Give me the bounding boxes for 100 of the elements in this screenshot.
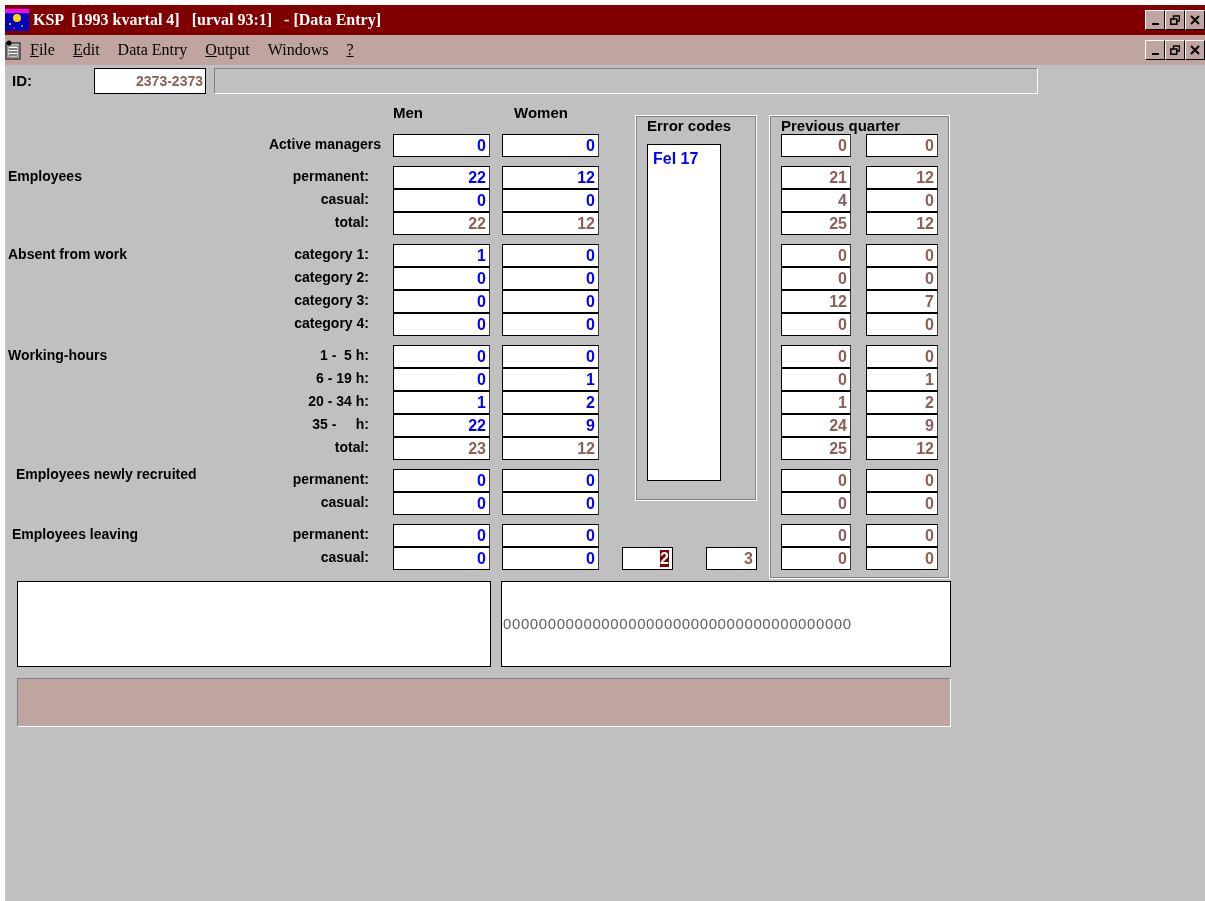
section-label: Absent from work <box>8 245 128 264</box>
row-label: 6 - 19 h: <box>315 369 370 388</box>
section-label: Employees leaving <box>11 525 140 544</box>
number-field: 0 <box>781 267 851 290</box>
number-field: 0 <box>781 134 851 157</box>
number-field[interactable]: 0 <box>393 524 490 547</box>
number-field: 0 <box>781 492 851 515</box>
close-button[interactable] <box>1185 40 1205 60</box>
number-field[interactable]: 22 <box>393 166 490 189</box>
number-field[interactable]: 22 <box>393 212 490 235</box>
restore-icon <box>1170 45 1180 55</box>
id-field[interactable]: 2373-2373 <box>94 68 206 94</box>
number-field: 24 <box>781 414 851 437</box>
number-field[interactable]: 0 <box>502 524 599 547</box>
number-field[interactable]: 0 <box>393 492 490 515</box>
number-field[interactable]: 22 <box>393 414 490 437</box>
number-field[interactable]: 0 <box>502 469 599 492</box>
column-header: Men <box>393 103 424 123</box>
row-label: permanent: <box>291 167 370 186</box>
counter-field[interactable]: 2 <box>622 547 673 570</box>
number-field[interactable]: 0 <box>393 469 490 492</box>
error-code[interactable]: Fel 17 <box>653 147 715 171</box>
number-field[interactable]: 2 <box>502 391 599 414</box>
number-field: 12 <box>781 290 851 313</box>
number-field: 0 <box>781 345 851 368</box>
restore-button[interactable] <box>1165 10 1185 30</box>
number-field: 0 <box>781 368 851 391</box>
row-label: casual: <box>319 190 370 209</box>
row-label: casual: <box>319 493 370 512</box>
number-field[interactable]: 23 <box>393 437 490 460</box>
minimize-button[interactable] <box>1145 40 1165 60</box>
section-label: Employees newly recruited <box>15 465 198 484</box>
number-field[interactable]: 1 <box>393 244 490 267</box>
menu-item[interactable]: File <box>21 38 64 62</box>
number-field[interactable]: 1 <box>393 391 490 414</box>
menu-item[interactable]: Data Entry <box>108 38 197 62</box>
menu-item[interactable]: ? <box>337 38 363 62</box>
number-field: 0 <box>866 313 938 336</box>
number-field: 21 <box>781 166 851 189</box>
number-field: 0 <box>866 134 938 157</box>
section-label: Working-hours <box>8 346 109 365</box>
number-field[interactable]: 0 <box>502 267 599 290</box>
number-field[interactable]: 9 <box>502 414 599 437</box>
number-field[interactable]: 0 <box>502 492 599 515</box>
row-label: permanent: <box>291 470 370 489</box>
number-field[interactable]: 0 <box>502 189 599 212</box>
number-field[interactable]: 0 <box>393 134 490 157</box>
number-field: 1 <box>781 391 851 414</box>
number-field[interactable]: 0 <box>393 267 490 290</box>
row-label: total: <box>333 213 370 232</box>
close-icon <box>1190 45 1200 55</box>
counter-field[interactable]: 3 <box>706 547 757 570</box>
app-icon <box>5 9 29 31</box>
row-label: category 4: <box>293 314 370 333</box>
row-label: total: <box>333 438 370 457</box>
number-field[interactable]: 0 <box>393 345 490 368</box>
number-field[interactable]: 0 <box>502 290 599 313</box>
number-field: 7 <box>866 290 938 313</box>
row-label: casual: <box>319 548 370 567</box>
error-list[interactable]: Fel 17 <box>647 144 721 481</box>
document-icon <box>5 40 21 60</box>
number-field: 0 <box>781 469 851 492</box>
number-field[interactable]: 12 <box>502 212 599 235</box>
number-field: 0 <box>866 492 938 515</box>
code-text: 000000000000000000000000000000000000000 <box>502 613 852 634</box>
number-field[interactable]: 1 <box>502 368 599 391</box>
number-field[interactable]: 0 <box>393 368 490 391</box>
number-field: 2 <box>866 391 938 414</box>
menu-item[interactable]: Output <box>196 38 259 62</box>
row-label: Active managers <box>267 135 382 154</box>
number-field: 0 <box>866 244 938 267</box>
comment-box[interactable] <box>17 581 491 667</box>
menu-item[interactable]: Edit <box>63 38 109 62</box>
minimize-button[interactable] <box>1145 10 1165 30</box>
menu-item[interactable]: Windows <box>258 38 338 62</box>
number-field[interactable]: 12 <box>502 166 599 189</box>
number-field: 0 <box>781 547 851 570</box>
close-button[interactable] <box>1185 10 1205 30</box>
number-field[interactable]: 0 <box>502 547 599 570</box>
row-label: permanent: <box>291 525 370 544</box>
number-field[interactable]: 0 <box>393 290 490 313</box>
number-field[interactable]: 0 <box>502 345 599 368</box>
restore-button[interactable] <box>1165 40 1185 60</box>
number-field: 0 <box>866 345 938 368</box>
number-field[interactable]: 0 <box>393 189 490 212</box>
number-field[interactable]: 12 <box>502 437 599 460</box>
number-field: 0 <box>781 244 851 267</box>
minimize-icon <box>1151 23 1159 25</box>
minimize-icon <box>1151 53 1159 55</box>
number-field[interactable]: 0 <box>502 244 599 267</box>
number-field[interactable]: 0 <box>502 313 599 336</box>
row-label: category 2: <box>293 268 370 287</box>
number-field: 25 <box>781 212 851 235</box>
number-field: 25 <box>781 437 851 460</box>
number-field[interactable]: 0 <box>393 547 490 570</box>
number-field[interactable]: 0 <box>393 313 490 336</box>
number-field: 1 <box>866 368 938 391</box>
number-field[interactable]: 0 <box>502 134 599 157</box>
number-field: 12 <box>866 212 938 235</box>
number-field: 0 <box>781 524 851 547</box>
